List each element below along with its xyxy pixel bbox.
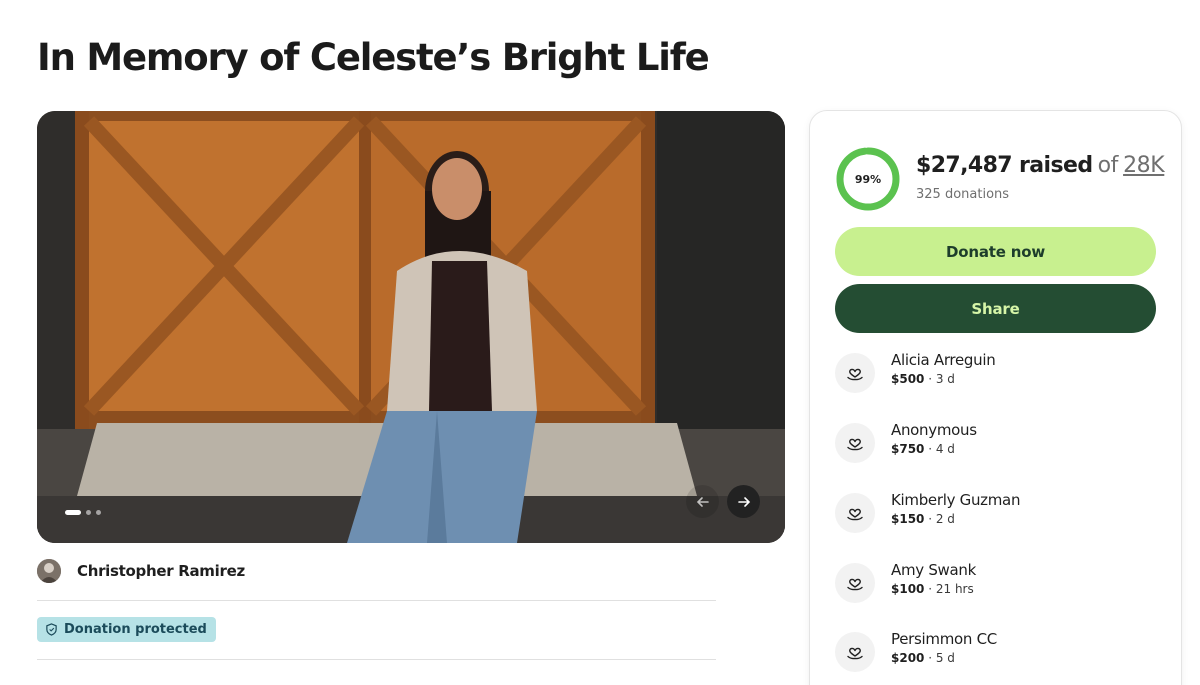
donor-meta: $100 · 21 hrs <box>891 581 976 597</box>
donor-meta: $750 · 4 d <box>891 441 977 457</box>
heart-hand-icon <box>835 493 875 533</box>
donor-separator: · <box>924 442 936 456</box>
fundraiser-photo-carousel[interactable] <box>37 111 785 543</box>
heart-hand-icon <box>835 423 875 463</box>
carousel-indicators <box>65 510 101 515</box>
donor-time: 3 d <box>935 372 955 386</box>
donor-name: Alicia Arreguin <box>891 351 996 369</box>
donate-now-button[interactable]: Donate now <box>835 227 1156 276</box>
donation-count: 325 donations <box>916 187 1010 202</box>
list-item[interactable]: Anonymous $750 · 4 d <box>835 420 977 463</box>
donor-time: 2 d <box>935 512 955 526</box>
donor-time: 5 d <box>935 651 955 665</box>
donation-sidebar: 99% $27,487 raised of 28K 325 donations … <box>809 110 1182 685</box>
arrow-left-icon <box>696 496 709 507</box>
donor-text: Amy Swank $100 · 21 hrs <box>891 560 976 597</box>
donation-protected-badge[interactable]: Donation protected <box>37 617 216 642</box>
badge-label: Donation protected <box>64 622 207 637</box>
heart-hand-icon <box>835 632 875 672</box>
arrow-right-icon <box>737 496 750 507</box>
raised-amount: $27,487 raised <box>916 153 1093 178</box>
avatar[interactable] <box>37 559 61 583</box>
heart-hand-icon <box>835 353 875 393</box>
divider <box>37 600 716 601</box>
list-item[interactable]: Alicia Arreguin $500 · 3 d <box>835 350 996 393</box>
donor-text: Alicia Arreguin $500 · 3 d <box>891 350 996 387</box>
next-slide-button[interactable] <box>727 485 760 518</box>
donor-amount: $750 <box>891 442 925 456</box>
amount-raised: $27,487 raised of 28K <box>916 153 1165 178</box>
previous-slide-button[interactable] <box>686 485 719 518</box>
donor-amount: $100 <box>891 582 925 596</box>
donor-name: Kimberly Guzman <box>891 491 1021 509</box>
organizer-name[interactable]: Christopher Ramirez <box>77 562 245 580</box>
donor-meta: $150 · 2 d <box>891 511 1020 527</box>
share-button[interactable]: Share <box>835 284 1156 333</box>
organizer-photo <box>37 559 61 583</box>
list-item[interactable]: Kimberly Guzman $150 · 2 d <box>835 490 1020 533</box>
donor-amount: $500 <box>891 372 925 386</box>
donor-amount: $150 <box>891 512 925 526</box>
list-item[interactable]: Amy Swank $100 · 21 hrs <box>835 560 976 603</box>
carousel-dot[interactable] <box>86 510 91 515</box>
donor-name: Amy Swank <box>891 561 976 579</box>
donor-separator: · <box>924 372 936 386</box>
donor-name: Persimmon CC <box>891 630 997 648</box>
donor-time: 21 hrs <box>935 582 974 596</box>
fundraiser-photo <box>37 111 785 543</box>
donor-text: Persimmon CC $200 · 5 d <box>891 629 997 666</box>
donor-separator: · <box>924 512 936 526</box>
donor-time: 4 d <box>935 442 955 456</box>
divider <box>37 659 716 660</box>
heart-hand-icon <box>835 563 875 603</box>
goal-amount[interactable]: 28K <box>1123 153 1165 178</box>
carousel-dot[interactable] <box>96 510 101 515</box>
donor-meta: $500 · 3 d <box>891 371 995 387</box>
donor-text: Anonymous $750 · 4 d <box>891 420 977 457</box>
shield-icon <box>46 623 57 636</box>
raised-of: of <box>1097 153 1119 178</box>
donor-meta: $200 · 5 d <box>891 650 997 666</box>
donor-text: Kimberly Guzman $150 · 2 d <box>891 490 1020 527</box>
donor-separator: · <box>924 582 936 596</box>
progress-percent: 99% <box>854 172 882 186</box>
donor-separator: · <box>924 651 936 665</box>
carousel-dot-active[interactable] <box>65 510 81 515</box>
page-title: In Memory of Celeste’s Bright Life <box>37 36 710 79</box>
donor-name: Anonymous <box>891 421 977 439</box>
organizer[interactable]: Christopher Ramirez <box>37 559 245 583</box>
list-item[interactable]: Persimmon CC $200 · 5 d <box>835 629 997 672</box>
donor-amount: $200 <box>891 651 925 665</box>
